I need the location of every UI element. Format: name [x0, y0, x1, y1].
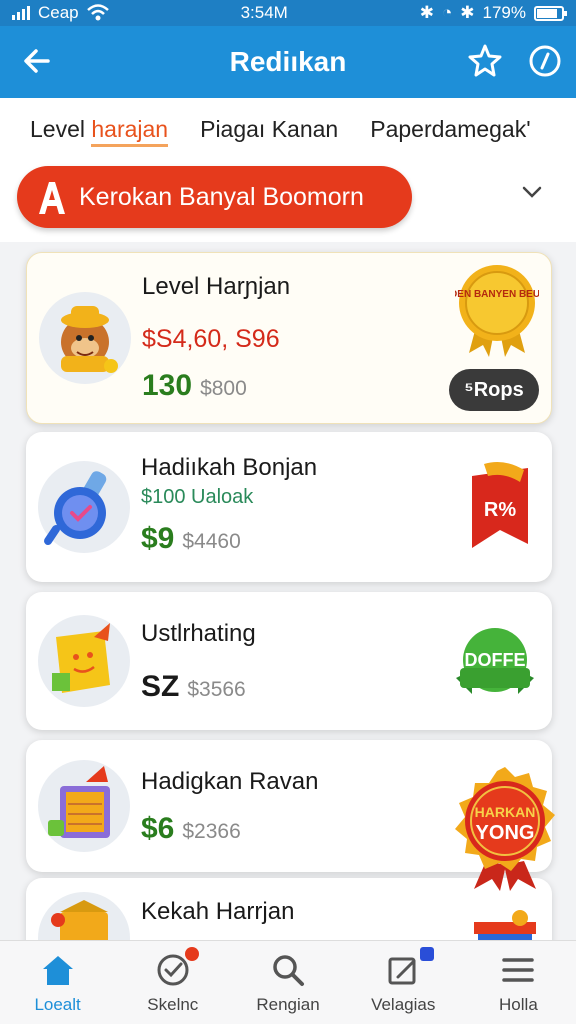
card-price-line: $6 $2366 — [141, 812, 241, 846]
yellow-bag-illustration-icon — [38, 615, 130, 707]
battery-percent: 179% — [482, 3, 526, 22]
card-red-price: $S4,60, S96 — [142, 325, 280, 353]
card-title: Ustlrhating — [141, 620, 256, 647]
wifi-icon — [86, 4, 109, 21]
offer-card-hadiikah-bonjan[interactable]: Hadiıkah Bonjan $100 Ualoak $9 $4460 R% — [26, 432, 552, 582]
gold-seal-badge-icon: BIDDEN BANYEN BEUNDS — [455, 265, 539, 357]
nav-label: Holla — [499, 995, 538, 1014]
nav-label: Rengian — [256, 995, 320, 1014]
bluetooth-icon: ✱ — [419, 3, 434, 22]
card-price: $9 — [141, 522, 175, 555]
brand-logo-icon — [39, 182, 65, 214]
nav-label: Velagias — [371, 995, 436, 1014]
bottom-nav: Loealt Skelnc Rengian Velagias Holla — [0, 940, 576, 1024]
card-old-price: $4460 — [182, 530, 241, 553]
card-price: 130 — [142, 369, 193, 402]
blue-badge-illustration-icon — [38, 461, 130, 553]
nav-label: Loealt — [34, 995, 81, 1014]
card-old-price: $2366 — [182, 820, 241, 843]
filter-bar: Kerokan Banyal Boomorn — [0, 160, 576, 242]
tab-bar: Level harajan Piagaı Kanan Paperdamegak' — [0, 98, 576, 160]
nav-item-holla[interactable]: Holla — [461, 941, 576, 1024]
svg-text:HARKAN: HARKAN — [475, 804, 536, 820]
card-subtitle: $100 Ualoak — [141, 486, 254, 508]
gift-box-illustration-icon — [38, 892, 130, 940]
tab-piagai-kanan[interactable]: Piagaı Kanan — [200, 116, 338, 143]
notification-square — [419, 947, 434, 961]
status-bar: Ceap 3:54M ✱ ◔ ✱ 179% — [0, 0, 576, 26]
svg-text:R%: R% — [484, 499, 516, 521]
home-icon — [42, 956, 73, 985]
star-icon[interactable] — [466, 42, 504, 80]
app-bar: Rediıkan — [0, 26, 576, 98]
tab-level-harajan[interactable]: Level harajan — [30, 115, 169, 147]
card-old-price: $3566 — [187, 678, 246, 701]
tab-active-accent: harajan — [91, 115, 169, 147]
category-pill-button[interactable]: Kerokan Banyal Boomorn — [17, 166, 412, 228]
card-title: Hadiıkah Bonjan — [141, 454, 318, 481]
alarm-icon: ◔ — [441, 3, 453, 22]
page-title: Rediıkan — [229, 46, 347, 77]
card-price-line: SZ $3566 — [141, 670, 246, 704]
card-price: $6 — [141, 812, 175, 845]
monkey-illustration-icon — [39, 292, 131, 384]
card-title: Hadigkan Ravan — [141, 768, 319, 795]
nav-label: Skelnc — [147, 995, 199, 1014]
signal-icon — [12, 6, 30, 20]
floating-promo-badge-icon[interactable]: HARKAN YONG — [446, 765, 564, 891]
card-price-line: 130 $800 — [142, 369, 247, 403]
red-ribbon-tag-icon: R% — [472, 462, 528, 548]
svg-text:BIDDEN BANYEN BEUNDS: BIDDEN BANYEN BEUNDS — [455, 289, 539, 300]
nav-item-velagias[interactable]: Velagias — [346, 941, 461, 1024]
svg-text:DOFFE: DOFFE — [465, 650, 526, 670]
bluetooth-icon-2: ✱ — [460, 3, 475, 22]
nav-item-home[interactable]: Loealt — [0, 941, 115, 1024]
offer-card-level-harjan[interactable]: Level Harɲjan $S4,60, S96 130 $800 BIDDE… — [26, 252, 552, 424]
nav-item-skelnc[interactable]: Skelnc — [115, 941, 230, 1024]
gift-box-badge-icon — [474, 910, 536, 940]
status-time: 3:54M — [240, 3, 288, 22]
back-arrow-icon[interactable] — [18, 42, 56, 80]
card-title: Kekah Harrjan — [141, 898, 295, 925]
notification-dot — [185, 947, 200, 961]
tab-paperdamegak[interactable]: Paperdamegak' — [370, 116, 530, 143]
nav-item-rengian[interactable]: Rengian — [230, 941, 345, 1024]
green-ribbon-badge-icon: DOFFE — [456, 628, 534, 694]
svg-text:YONG: YONG — [476, 822, 535, 844]
battery-icon — [534, 5, 567, 21]
rops-pill-button[interactable]: ⁵Rops — [449, 369, 539, 411]
carrier-label: Ceap — [38, 3, 79, 22]
card-price: SZ — [141, 670, 180, 703]
chevron-down-icon[interactable] — [520, 180, 544, 204]
card-old-price: $800 — [200, 377, 247, 400]
offer-card-ustlrhating[interactable]: Ustlrhating SZ $3566 DOFFE — [26, 592, 552, 730]
shopping-basket-illustration-icon — [38, 760, 130, 852]
edit-icon — [388, 957, 416, 985]
card-title: Level Harɲjan — [142, 273, 291, 300]
menu-icon — [502, 958, 535, 982]
compass-icon[interactable] — [528, 44, 562, 78]
category-pill-label: Kerokan Banyal Boomorn — [79, 182, 364, 211]
card-price-line: $9 $4460 — [141, 522, 241, 556]
search-icon — [273, 955, 304, 986]
